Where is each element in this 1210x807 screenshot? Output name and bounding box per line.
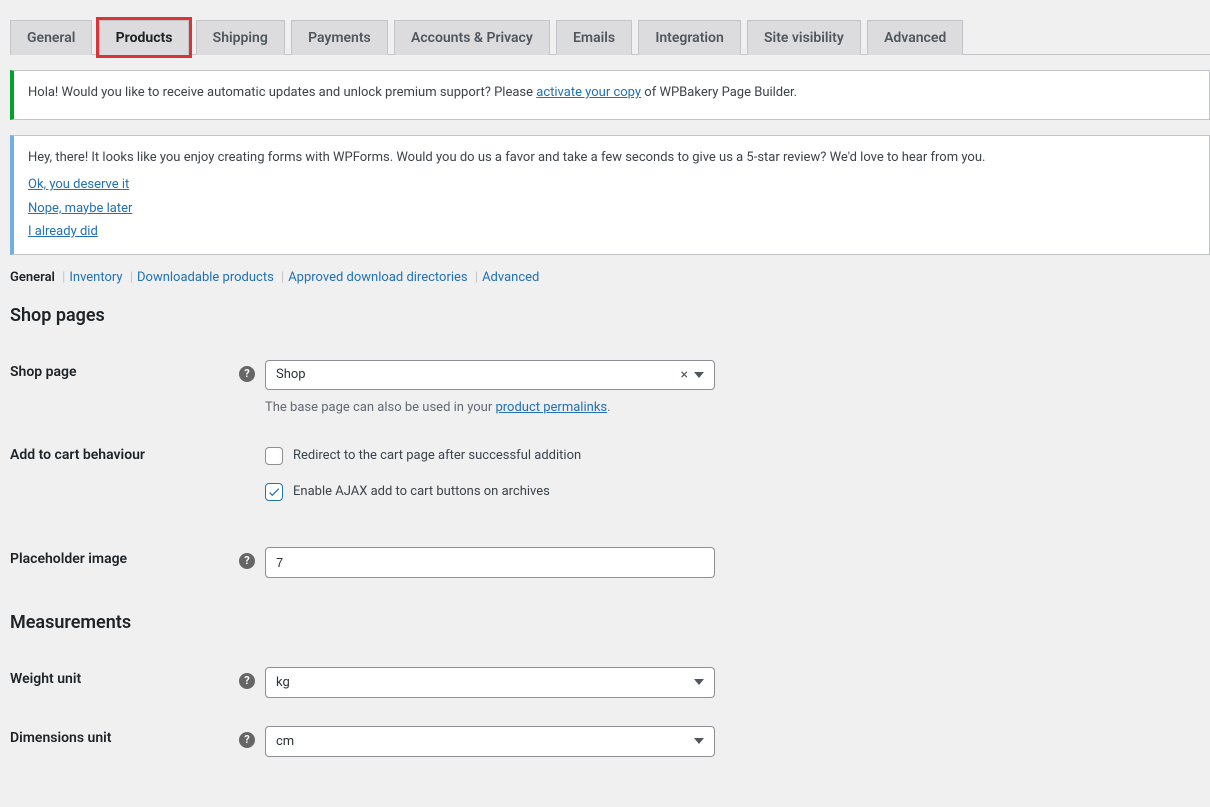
- tab-accounts-privacy[interactable]: Accounts & Privacy: [394, 20, 550, 55]
- placeholder-image-label: Placeholder image: [10, 551, 127, 567]
- tab-general[interactable]: General: [10, 20, 92, 55]
- placeholder-image-input[interactable]: [265, 547, 715, 578]
- notice-wpforms-review: Hey, there! It looks like you enjoy crea…: [10, 135, 1210, 255]
- tab-integration[interactable]: Integration: [638, 20, 740, 55]
- review-already-link[interactable]: I already did: [28, 222, 98, 242]
- dimensions-unit-label: Dimensions unit: [10, 730, 112, 746]
- redirect-label[interactable]: Redirect to the cart page after successf…: [293, 448, 581, 463]
- notice-text: Hey, there! It looks like you enjoy crea…: [28, 148, 1195, 168]
- notice-wpbakery: Hola! Would you like to receive automati…: [10, 70, 1210, 120]
- chevron-down-icon: [694, 738, 704, 744]
- section-shop-pages: Shop pages: [10, 305, 1210, 326]
- subnav-approved[interactable]: Approved download directories: [288, 270, 467, 285]
- redirect-checkbox[interactable]: [265, 447, 283, 465]
- weight-unit-label: Weight unit: [10, 671, 81, 687]
- dimensions-unit-select[interactable]: cm: [265, 726, 715, 757]
- notice-text-post: of WPBakery Page Builder.: [641, 85, 797, 100]
- weight-unit-select[interactable]: kg: [265, 667, 715, 698]
- shop-page-description: The base page can also be used in your p…: [265, 400, 1200, 415]
- clear-icon[interactable]: ×: [681, 367, 688, 383]
- help-icon[interactable]: ?: [239, 732, 255, 748]
- help-icon[interactable]: ?: [239, 673, 255, 689]
- chevron-down-icon: [694, 372, 704, 378]
- ajax-label[interactable]: Enable AJAX add to cart buttons on archi…: [293, 484, 550, 499]
- help-icon[interactable]: ?: [239, 553, 255, 569]
- review-later-link[interactable]: Nope, maybe later: [28, 199, 132, 219]
- tab-advanced[interactable]: Advanced: [867, 20, 963, 55]
- settings-tabs: General Products Shipping Payments Accou…: [10, 10, 1210, 55]
- shop-page-label: Shop page: [10, 364, 77, 380]
- tab-shipping[interactable]: Shipping: [196, 20, 285, 55]
- weight-unit-value: kg: [276, 675, 290, 690]
- notice-text: Hola! Would you like to receive automati…: [28, 85, 536, 100]
- subnav-general[interactable]: General: [10, 270, 55, 285]
- subnav-advanced[interactable]: Advanced: [482, 270, 539, 285]
- shop-page-value: Shop: [276, 367, 306, 382]
- help-icon[interactable]: ?: [239, 366, 255, 382]
- subnav-downloadable[interactable]: Downloadable products: [137, 270, 274, 285]
- section-measurements: Measurements: [10, 612, 1210, 633]
- tab-emails[interactable]: Emails: [556, 20, 632, 55]
- tab-site-visibility[interactable]: Site visibility: [747, 20, 861, 55]
- review-ok-link[interactable]: Ok, you deserve it: [28, 175, 129, 195]
- ajax-checkbox[interactable]: [265, 483, 283, 501]
- tab-products[interactable]: Products: [99, 20, 190, 55]
- activate-copy-link[interactable]: activate your copy: [536, 85, 641, 100]
- product-permalinks-link[interactable]: product permalinks: [495, 400, 607, 415]
- add-to-cart-label: Add to cart behaviour: [10, 447, 145, 463]
- dimensions-unit-value: cm: [276, 734, 294, 749]
- subnav-inventory[interactable]: Inventory: [69, 270, 122, 285]
- chevron-down-icon: [694, 679, 704, 685]
- tab-payments[interactable]: Payments: [291, 20, 388, 55]
- shop-page-select[interactable]: Shop ×: [265, 360, 715, 390]
- products-subnav: General |Inventory |Downloadable product…: [10, 270, 1210, 285]
